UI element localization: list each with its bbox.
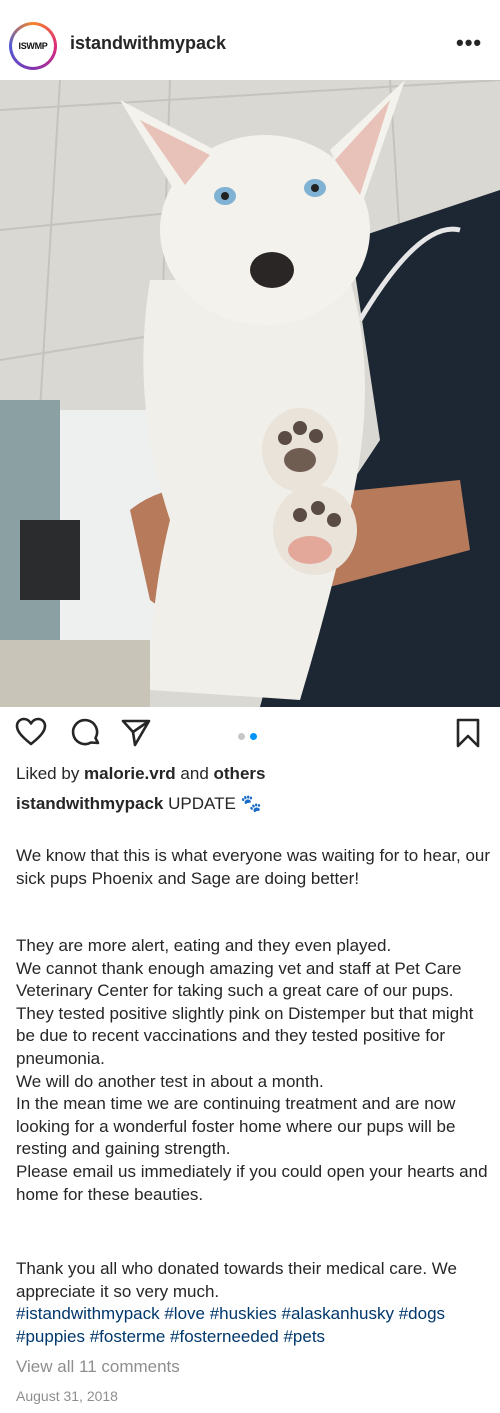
post-date: August 31, 2018 (16, 1388, 118, 1404)
carousel-indicator (238, 727, 262, 745)
bookmark-icon[interactable] (455, 717, 481, 749)
caption-paragraph: They are more alert, eating and they eve… (16, 935, 491, 1206)
avatar-inner: ISWMP (12, 25, 54, 67)
carousel-dot-active (250, 733, 257, 740)
share-icon[interactable] (120, 717, 152, 749)
carousel-dot (238, 733, 245, 740)
liked-by-user-link[interactable]: malorie.vrd (84, 764, 176, 783)
likes-line: Liked by malorie.vrd and others (16, 764, 265, 784)
caption-line: They are more alert, eating and they eve… (16, 936, 392, 955)
caption-line: We will do another test in about a month… (16, 1071, 324, 1091)
caption-line: They tested positive slightly pink on Di… (16, 1003, 474, 1068)
caption-header: istandwithmypack UPDATE 🐾 (16, 794, 262, 814)
caption-username-link[interactable]: istandwithmypack (16, 794, 163, 813)
avatar-logo-text: ISWMP (18, 41, 48, 51)
caption-paragraph: We know that this is what everyone was w… (16, 845, 491, 890)
caption-title: UPDATE 🐾 (163, 794, 262, 813)
more-options-icon[interactable]: ••• (456, 30, 482, 56)
view-comments-link[interactable]: View all 11 comments (16, 1357, 180, 1377)
puppy-photo-illustration (0, 80, 500, 707)
caption-line: Please email us immediately if you could… (16, 1161, 488, 1204)
likes-middle: and (175, 764, 214, 783)
caption-p1: We know that this is what everyone was w… (16, 846, 491, 888)
post-photo[interactable] (0, 80, 500, 707)
heart-icon[interactable] (15, 717, 47, 747)
hashtags-link[interactable]: #istandwithmypack #love #huskies #alaska… (16, 1303, 491, 1348)
caption-p3: Thank you all who donated towards their … (16, 1259, 457, 1301)
likes-others-link[interactable]: others (214, 764, 266, 783)
post-header: ISWMP istandwithmypack ••• (0, 0, 500, 80)
avatar[interactable]: ISWMP (9, 22, 57, 70)
caption-line: We cannot thank enough amazing vet and s… (16, 958, 462, 1001)
comment-icon[interactable] (70, 717, 102, 749)
likes-prefix: Liked by (16, 764, 85, 783)
caption-paragraph: Thank you all who donated towards their … (16, 1258, 491, 1348)
username-link[interactable]: istandwithmypack (70, 33, 226, 54)
caption-line: In the mean time we are continuing treat… (16, 1094, 456, 1159)
